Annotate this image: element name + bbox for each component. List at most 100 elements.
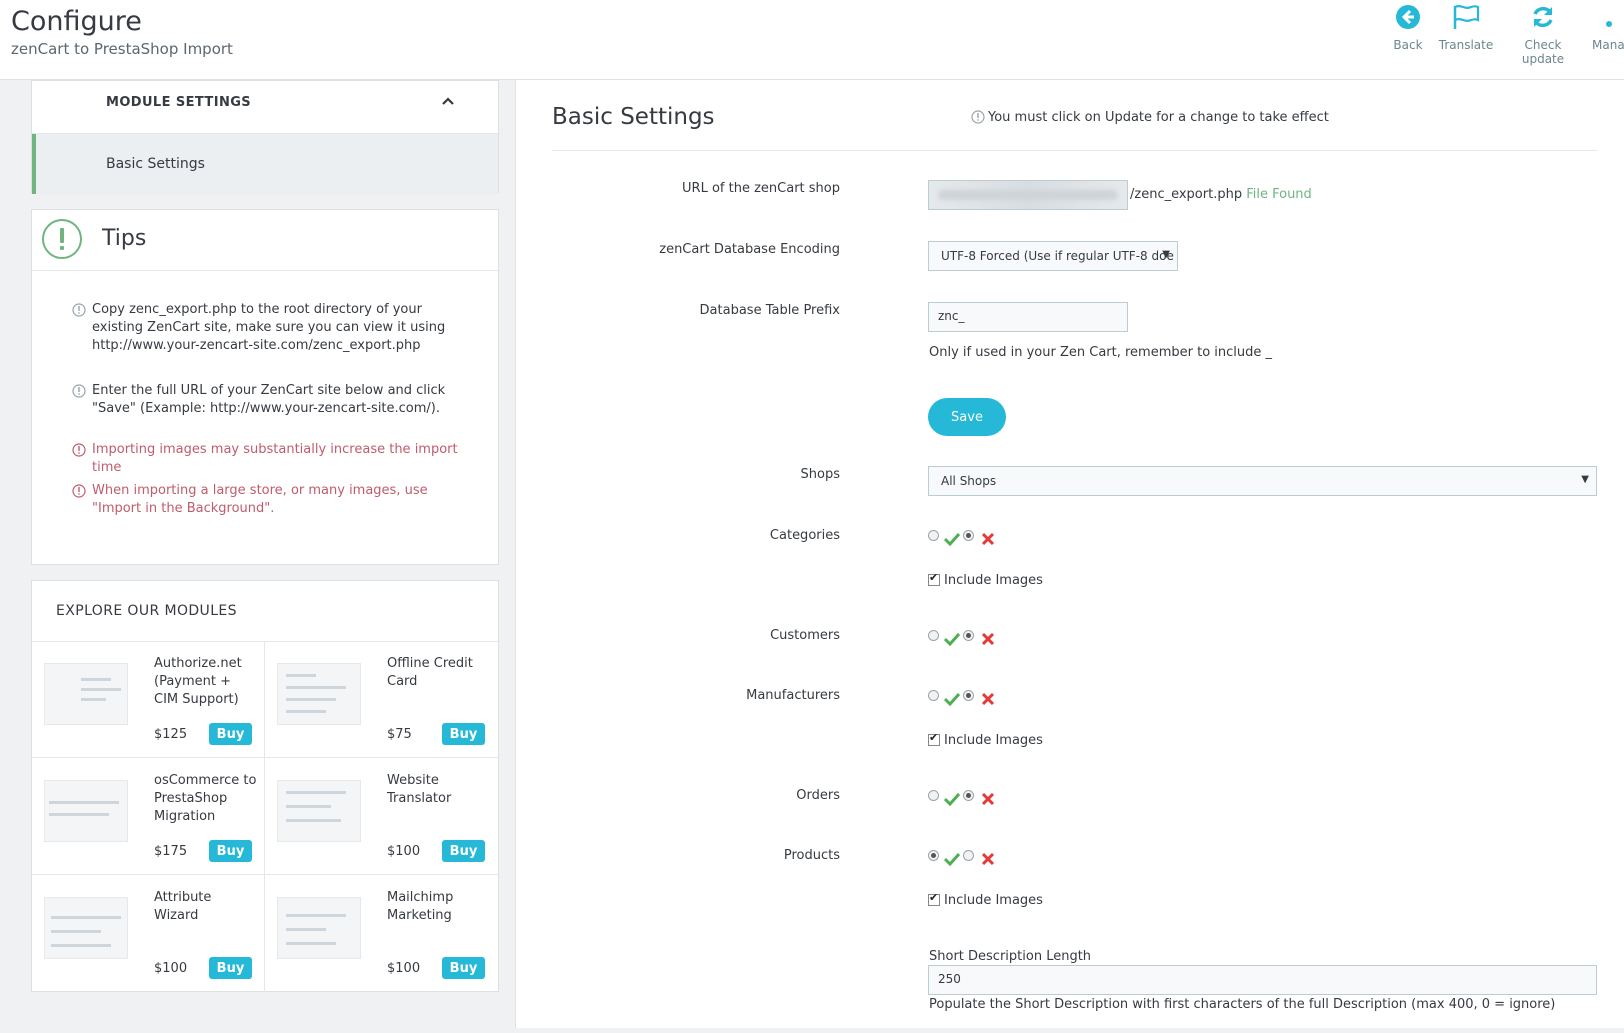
products-include-images-checkbox[interactable] xyxy=(928,891,940,906)
module-card-oscommerce-migration[interactable]: osCommerce to PrestaShop Migration $175 … xyxy=(32,758,265,875)
buy-button[interactable]: Buy xyxy=(209,723,252,745)
categories-label: Categories xyxy=(769,528,840,543)
products-no-radio[interactable] xyxy=(963,850,974,861)
info-icon xyxy=(72,384,86,404)
orders-yes-radio[interactable] xyxy=(928,790,939,801)
url-label: URL of the zenCart shop xyxy=(682,181,840,196)
customers-no-radio[interactable] xyxy=(963,630,974,641)
explore-title: EXPLORE OUR MODULES xyxy=(56,603,237,619)
page-title: Configure xyxy=(11,6,142,37)
check-icon xyxy=(943,531,961,550)
update-notice: You must click on Update for a change to… xyxy=(971,110,1329,125)
tip-item: Enter the full URL of your ZenCart site … xyxy=(72,382,472,418)
manage-icon xyxy=(1592,4,1624,34)
include-images-label: Include Images xyxy=(944,893,1043,908)
warning-icon xyxy=(72,443,86,463)
refresh-icon xyxy=(1503,4,1583,34)
prefix-help: Only if used in your Zen Cart, remember … xyxy=(929,345,1273,360)
module-card-website-translator[interactable]: Website Translator $100 Buy xyxy=(265,758,498,875)
module-card-authorize-net[interactable]: Authorize.net (Payment + CIM Support) $1… xyxy=(32,641,265,758)
tip-item: Importing images may substantially incre… xyxy=(72,441,472,477)
cross-icon xyxy=(981,531,995,550)
cross-icon xyxy=(981,791,995,810)
buy-button[interactable]: Buy xyxy=(442,957,485,979)
short-description-help: Populate the Short Description with firs… xyxy=(929,997,1556,1012)
module-thumbnail xyxy=(277,897,361,959)
chevron-up-icon[interactable] xyxy=(440,93,456,113)
url-suffix: /zenc_export.php File Found xyxy=(1130,187,1312,202)
categories-include-images-checkbox[interactable] xyxy=(928,571,940,586)
explore-header: EXPLORE OUR MODULES xyxy=(32,581,498,642)
buy-button[interactable]: Buy xyxy=(442,840,485,862)
cross-icon xyxy=(981,631,995,650)
tips-header: Tips xyxy=(32,210,498,271)
shop-url-input[interactable] xyxy=(928,180,1128,210)
info-icon xyxy=(971,110,988,125)
include-images-label: Include Images xyxy=(944,573,1043,588)
back-button[interactable]: Back xyxy=(1390,4,1426,52)
short-description-length-input[interactable]: 250 xyxy=(928,965,1597,995)
sidebar: MODULE SETTINGS Basic Settings Tips Copy… xyxy=(0,80,516,1033)
buy-button[interactable]: Buy xyxy=(442,723,485,745)
products-label: Products xyxy=(783,848,840,863)
check-icon xyxy=(943,851,961,870)
orders-no-radio[interactable] xyxy=(963,790,974,801)
tip-item: Copy zenc_export.php to the root directo… xyxy=(72,301,472,355)
module-card-offline-credit-card[interactable]: Offline Credit Card $75 Buy xyxy=(265,641,498,758)
caret-down-icon: ▼ xyxy=(1581,474,1589,485)
check-icon xyxy=(943,691,961,710)
page-subtitle: zenCart to PrestaShop Import xyxy=(11,40,233,58)
translate-button[interactable]: Translate xyxy=(1434,4,1498,52)
manufacturers-yes-radio[interactable] xyxy=(928,690,939,701)
warning-icon xyxy=(72,484,86,504)
sidebar-item-label: Basic Settings xyxy=(106,156,205,172)
section-title: Basic Settings xyxy=(552,104,715,130)
encoding-label: zenCart Database Encoding xyxy=(659,242,840,257)
flag-icon xyxy=(1434,4,1498,34)
encoding-select[interactable]: UTF-8 Forced (Use if regular UTF-8 doe ▼ xyxy=(928,241,1178,271)
manufacturers-include-images-checkbox[interactable] xyxy=(928,731,940,746)
check-update-button[interactable]: Check update xyxy=(1503,4,1583,66)
back-arrow-icon xyxy=(1390,4,1426,34)
footer-divider xyxy=(0,1028,1624,1033)
short-description-label: Short Description Length xyxy=(929,949,1092,964)
customers-label: Customers xyxy=(770,628,840,643)
buy-button[interactable]: Buy xyxy=(209,840,252,862)
customers-yes-radio[interactable] xyxy=(928,630,939,641)
explore-modules-panel: EXPLORE OUR MODULES Authorize.net (Payme… xyxy=(31,580,499,992)
cross-icon xyxy=(981,691,995,710)
module-card-mailchimp-marketing[interactable]: Mailchimp Marketing $100 Buy xyxy=(265,875,498,992)
categories-yes-radio[interactable] xyxy=(928,530,939,541)
manage-button[interactable]: Mana xyxy=(1592,4,1624,52)
caret-down-icon: ▼ xyxy=(1162,249,1170,260)
shops-label: Shops xyxy=(800,467,840,482)
info-icon xyxy=(72,303,86,323)
module-settings-title: MODULE SETTINGS xyxy=(106,95,252,110)
manufacturers-label: Manufacturers xyxy=(746,688,840,703)
check-icon xyxy=(943,791,961,810)
module-settings-panel: MODULE SETTINGS Basic Settings xyxy=(31,80,499,194)
tips-title: Tips xyxy=(102,226,147,251)
table-prefix-input[interactable]: znc_ xyxy=(928,302,1128,332)
categories-no-radio[interactable] xyxy=(963,530,974,541)
save-button[interactable]: Save xyxy=(928,398,1006,436)
module-thumbnail xyxy=(277,780,361,842)
products-yes-radio[interactable] xyxy=(928,850,939,861)
prefix-label: Database Table Prefix xyxy=(699,303,840,318)
sidebar-item-basic-settings[interactable]: Basic Settings xyxy=(32,134,498,194)
cross-icon xyxy=(981,851,995,870)
module-thumbnail xyxy=(44,663,128,725)
page-header: Configure zenCart to PrestaShop Import B… xyxy=(0,0,1624,80)
module-card-attribute-wizard[interactable]: Attribute Wizard $100 Buy xyxy=(32,875,265,992)
divider xyxy=(552,150,1597,151)
file-found-status: File Found xyxy=(1246,187,1312,202)
check-icon xyxy=(943,631,961,650)
tips-panel: Tips Copy zenc_export.php to the root di… xyxy=(31,209,499,565)
buy-button[interactable]: Buy xyxy=(209,957,252,979)
include-images-label: Include Images xyxy=(944,733,1043,748)
manufacturers-no-radio[interactable] xyxy=(963,690,974,701)
module-thumbnail xyxy=(44,897,128,959)
module-settings-header[interactable]: MODULE SETTINGS xyxy=(32,81,498,134)
orders-label: Orders xyxy=(796,788,840,803)
shops-select[interactable]: All Shops ▼ xyxy=(928,466,1597,496)
